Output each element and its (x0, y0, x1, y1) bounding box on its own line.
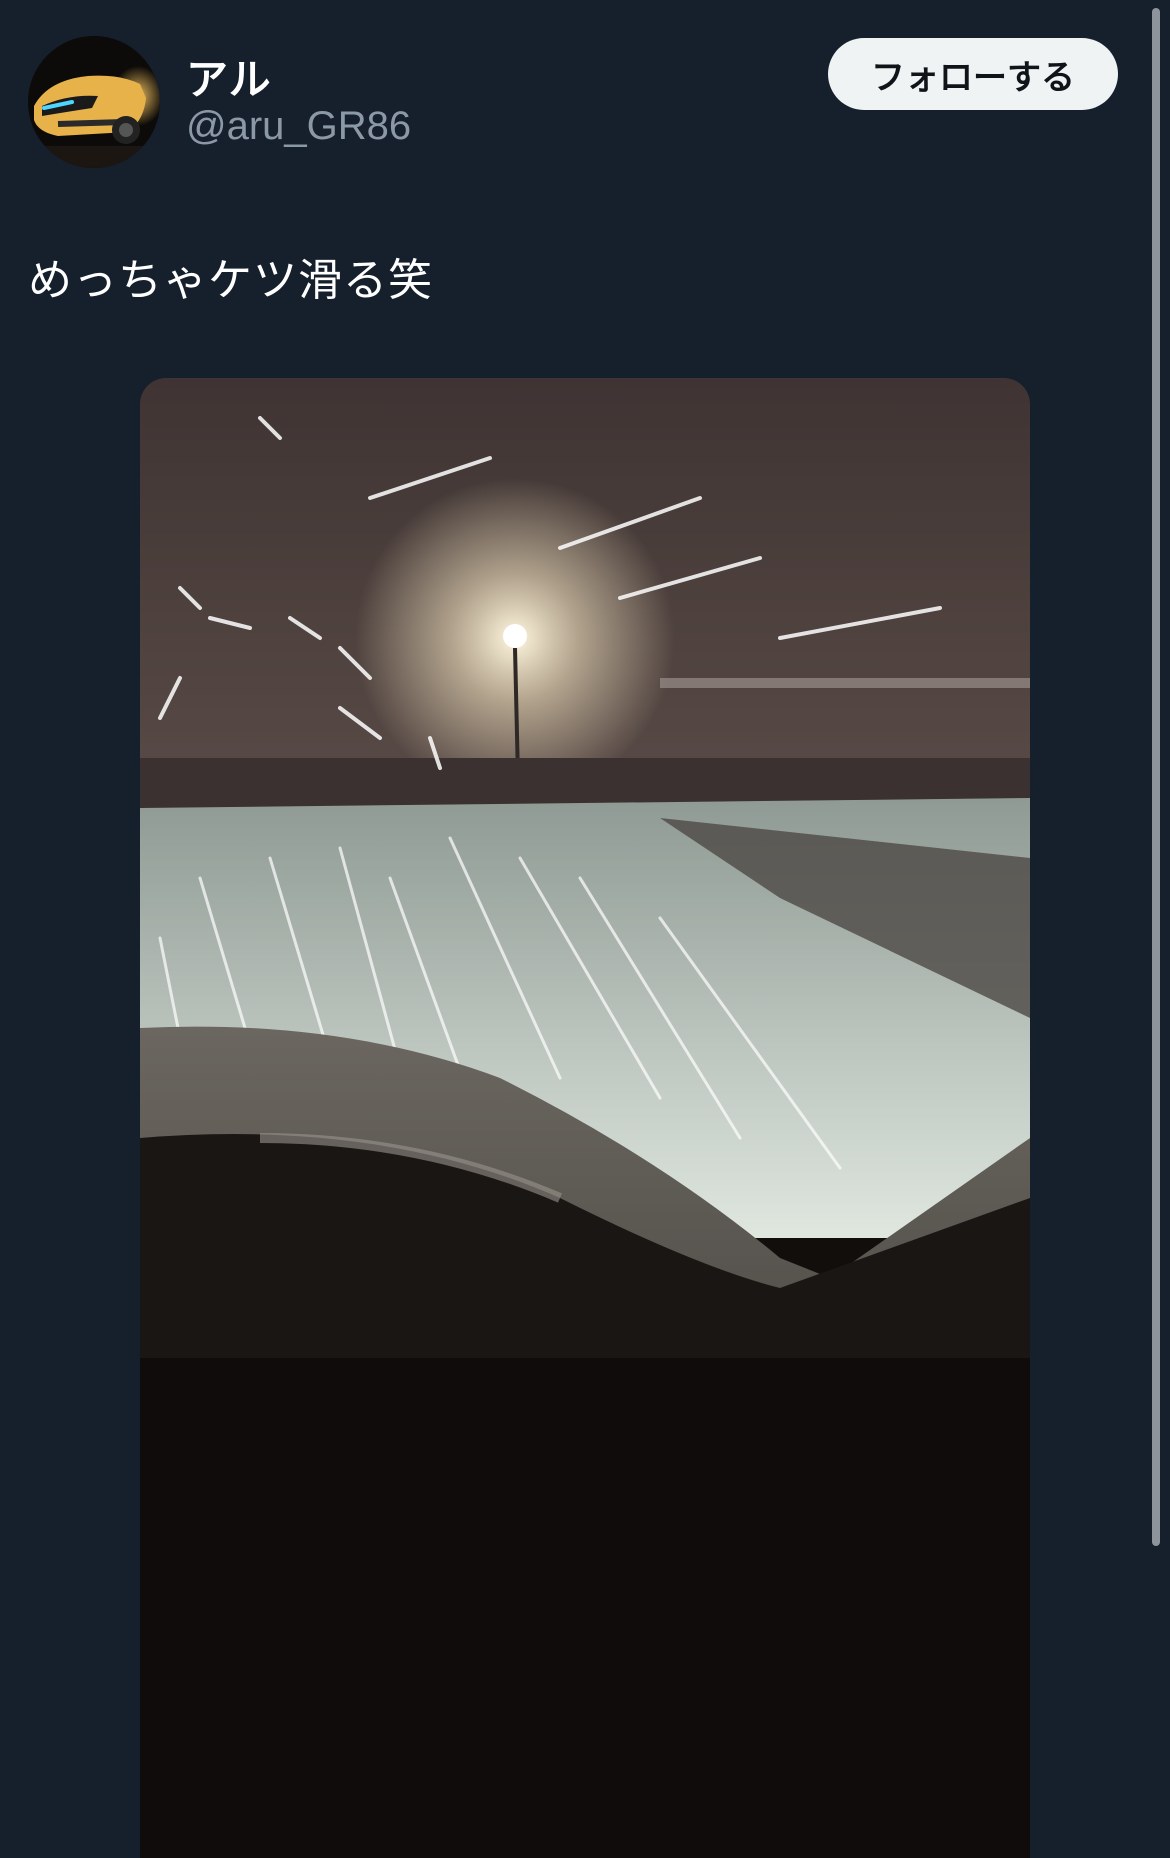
tweet-media[interactable] (140, 378, 1030, 1858)
snowy-road-photo-icon (140, 378, 1030, 1858)
tweet: アル @aru_GR86 フォローする めっちゃケツ滑る笑 (0, 0, 1150, 1858)
scrollbar-thumb[interactable] (1152, 8, 1160, 1546)
avatar[interactable] (28, 36, 160, 168)
tweet-text: めっちゃケツ滑る笑 (28, 255, 433, 306)
follow-button[interactable]: フォローする (828, 38, 1118, 110)
user-handle[interactable]: @aru_GR86 (186, 104, 411, 149)
car-avatar-icon (28, 36, 160, 168)
display-name[interactable]: アル (186, 46, 272, 107)
